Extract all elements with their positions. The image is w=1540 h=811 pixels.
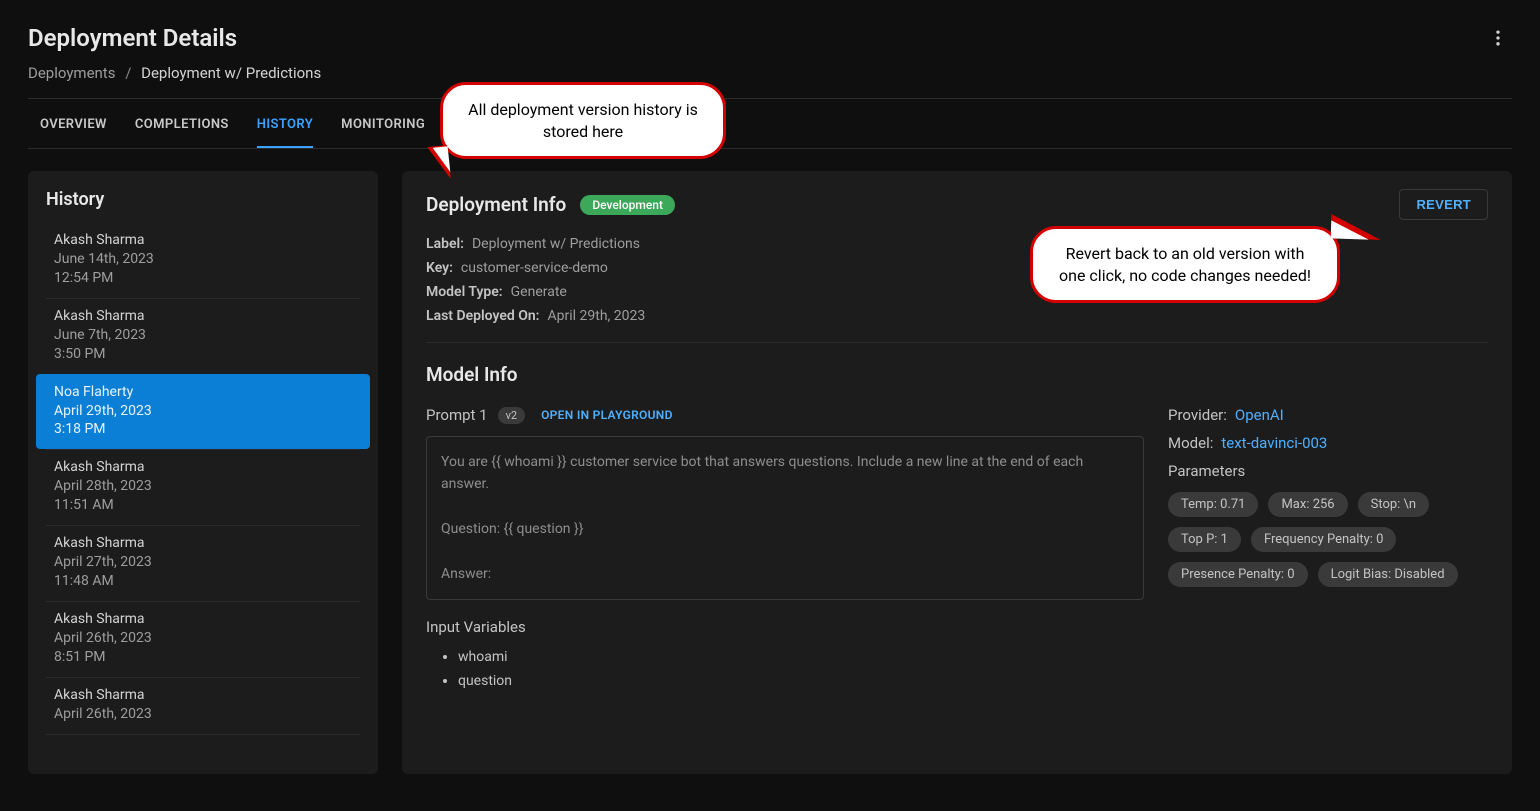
history-item-date: April 26th, 2023 bbox=[54, 629, 352, 648]
history-item-name: Akash Sharma bbox=[54, 535, 352, 551]
history-item-date: April 26th, 2023 bbox=[54, 705, 352, 724]
history-title: History bbox=[28, 189, 378, 222]
divider bbox=[426, 342, 1488, 343]
label-value: Deployment w/ Predictions bbox=[472, 236, 640, 252]
tabs: OVERVIEW COMPLETIONS HISTORY MONITORING bbox=[28, 99, 1512, 149]
environment-badge: Development bbox=[580, 195, 675, 215]
history-list[interactable]: Akash Sharma June 14th, 2023 12:54 PM Ak… bbox=[28, 222, 378, 756]
model-info-heading: Model Info bbox=[426, 363, 1488, 386]
prompt-label: Prompt 1 bbox=[426, 406, 488, 424]
history-item[interactable]: Akash Sharma April 27th, 2023 11:48 AM bbox=[36, 525, 370, 601]
label-key: Label: bbox=[426, 236, 464, 252]
history-item[interactable]: Akash Sharma April 26th, 2023 bbox=[36, 677, 370, 734]
tab-history[interactable]: HISTORY bbox=[257, 117, 313, 148]
param-chip: Frequency Penalty: 0 bbox=[1251, 527, 1397, 552]
param-chip: Stop: \n bbox=[1358, 492, 1429, 517]
param-chip: Presence Penalty: 0 bbox=[1168, 562, 1308, 587]
version-pill: v2 bbox=[498, 407, 526, 424]
history-item-selected[interactable]: Noa Flaherty April 29th, 2023 3:18 PM bbox=[36, 374, 370, 450]
history-item-time: 3:18 PM bbox=[54, 420, 352, 439]
history-item[interactable]: Akash Sharma June 14th, 2023 12:54 PM bbox=[36, 222, 370, 298]
breadcrumb: Deployments / Deployment w/ Predictions bbox=[28, 64, 1512, 99]
history-item-date: June 7th, 2023 bbox=[54, 326, 352, 345]
param-chip: Max: 256 bbox=[1268, 492, 1347, 517]
param-chip: Temp: 0.71 bbox=[1168, 492, 1258, 517]
history-item-name: Akash Sharma bbox=[54, 308, 352, 324]
history-item-date: April 27th, 2023 bbox=[54, 553, 352, 572]
model-value[interactable]: text-davinci-003 bbox=[1221, 434, 1327, 452]
last-deployed-key: Last Deployed On: bbox=[426, 308, 540, 324]
parameters-title: Parameters bbox=[1168, 462, 1488, 480]
tab-completions[interactable]: COMPLETIONS bbox=[135, 117, 229, 148]
input-variables-list: whoami question bbox=[426, 646, 1144, 694]
history-item-time: 3:50 PM bbox=[54, 345, 352, 364]
history-item-name: Akash Sharma bbox=[54, 232, 352, 248]
history-item-name: Akash Sharma bbox=[54, 687, 352, 703]
history-item-time: 11:48 AM bbox=[54, 572, 352, 591]
page-title: Deployment Details bbox=[28, 24, 237, 52]
input-variables-title: Input Variables bbox=[426, 618, 1144, 636]
history-item-date: April 28th, 2023 bbox=[54, 477, 352, 496]
model-type-value: Generate bbox=[511, 284, 567, 300]
history-item-time: 8:51 PM bbox=[54, 648, 352, 667]
tab-overview[interactable]: OVERVIEW bbox=[40, 117, 107, 148]
key-key: Key: bbox=[426, 260, 453, 276]
breadcrumb-parent[interactable]: Deployments bbox=[28, 64, 115, 82]
breadcrumb-current: Deployment w/ Predictions bbox=[141, 64, 321, 82]
history-item[interactable]: Akash Sharma June 7th, 2023 3:50 PM bbox=[36, 298, 370, 374]
param-chip: Top P: 1 bbox=[1168, 527, 1241, 552]
model-type-key: Model Type: bbox=[426, 284, 503, 300]
deployment-info-heading: Deployment Info bbox=[426, 193, 566, 216]
history-item[interactable]: Akash Sharma April 28th, 2023 11:51 AM bbox=[36, 449, 370, 525]
revert-button[interactable]: REVERT bbox=[1399, 189, 1488, 220]
history-item[interactable]: Akash Sharma April 26th, 2023 8:51 PM bbox=[36, 601, 370, 677]
key-value: customer-service-demo bbox=[461, 260, 608, 276]
model-key: Model: bbox=[1168, 434, 1213, 452]
prompt-text: You are {{ whoami }} customer service bo… bbox=[426, 436, 1144, 600]
history-item-time: 11:51 AM bbox=[54, 496, 352, 515]
provider-key: Provider: bbox=[1168, 406, 1227, 424]
history-item-time: 12:54 PM bbox=[54, 269, 352, 288]
input-variable: whoami bbox=[458, 646, 1144, 670]
history-item-name: Akash Sharma bbox=[54, 611, 352, 627]
input-variable: question bbox=[458, 670, 1144, 694]
more-vert-icon[interactable] bbox=[1484, 24, 1512, 56]
history-sidebar: History Akash Sharma June 14th, 2023 12:… bbox=[28, 171, 378, 774]
provider-value[interactable]: OpenAI bbox=[1235, 406, 1284, 424]
open-in-playground-link[interactable]: OPEN IN PLAYGROUND bbox=[541, 408, 673, 422]
annotation-callout-history: All deployment version history is stored… bbox=[440, 82, 726, 159]
tab-monitoring[interactable]: MONITORING bbox=[341, 117, 425, 148]
main-content: Deployment Info Development REVERT Label… bbox=[402, 171, 1512, 774]
history-item-date: June 14th, 2023 bbox=[54, 250, 352, 269]
history-item-date: April 29th, 2023 bbox=[54, 402, 352, 421]
breadcrumb-separator: / bbox=[125, 64, 131, 82]
annotation-callout-revert: Revert back to an old version with one c… bbox=[1030, 226, 1340, 303]
parameters-chips: Temp: 0.71 Max: 256 Stop: \n Top P: 1 Fr… bbox=[1168, 492, 1488, 587]
param-chip: Logit Bias: Disabled bbox=[1318, 562, 1458, 587]
history-item-name: Akash Sharma bbox=[54, 459, 352, 475]
last-deployed-value: April 29th, 2023 bbox=[548, 308, 646, 324]
history-item-name: Noa Flaherty bbox=[54, 384, 352, 400]
